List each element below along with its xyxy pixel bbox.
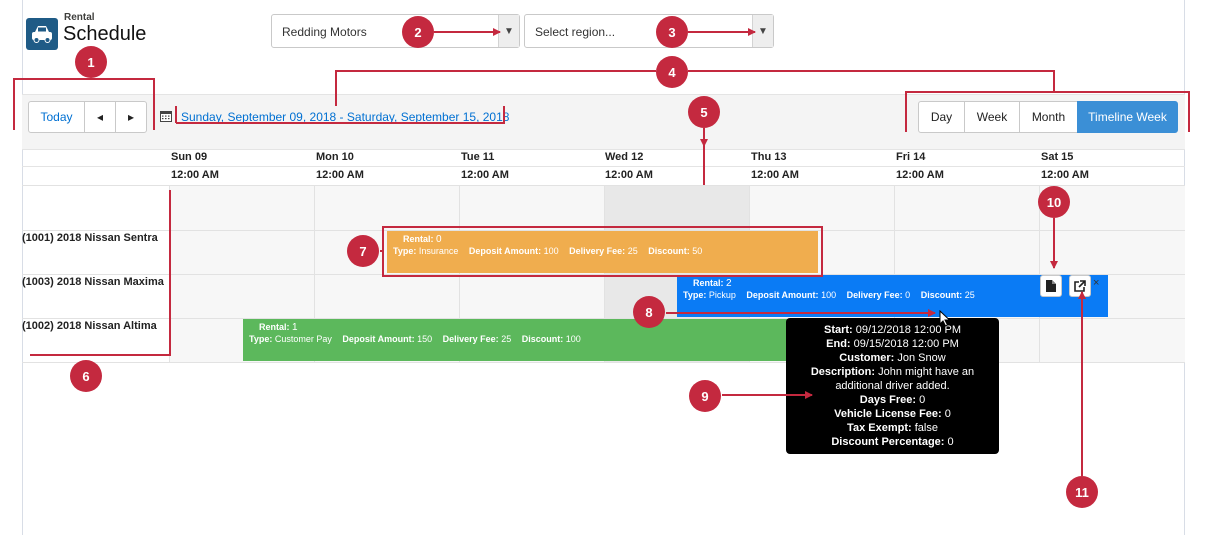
annotation-box	[382, 226, 823, 277]
annotation-bracket	[30, 190, 171, 356]
callout-marker-2: 2	[402, 16, 434, 48]
annotation-bracket	[176, 106, 505, 124]
callout-marker-9: 9	[689, 380, 721, 412]
callout-marker-4: 4	[656, 56, 688, 88]
callout-marker-8: 8	[633, 296, 665, 328]
annotation-bracket	[905, 91, 1190, 132]
annotation-overlay	[13, 28, 1190, 476]
callout-marker-3: 3	[656, 16, 688, 48]
annotation-bracket	[13, 78, 155, 130]
callout-marker-6: 6	[70, 360, 102, 392]
annotation-bracket	[335, 70, 656, 106]
callout-marker-1: 1	[75, 46, 107, 78]
callout-marker-5: 5	[688, 96, 720, 128]
callout-marker-11: 11	[1066, 476, 1098, 508]
annotation-bracket	[688, 70, 1055, 92]
callout-marker-10: 10	[1038, 186, 1070, 218]
callout-marker-7: 7	[347, 235, 379, 267]
